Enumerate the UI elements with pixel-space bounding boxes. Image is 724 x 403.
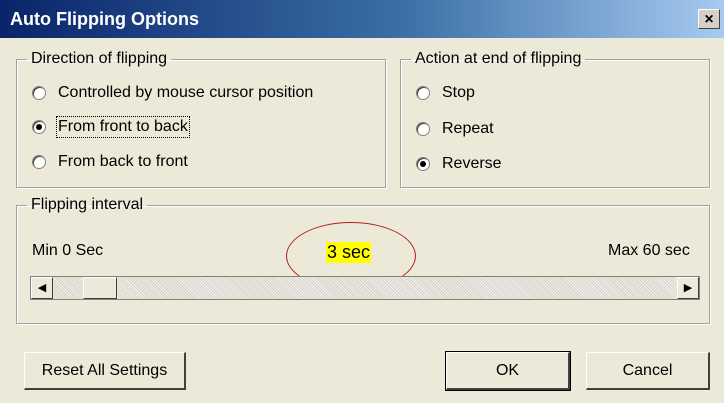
radio-label: From back to front <box>58 153 188 170</box>
radio-back-to-front[interactable]: From back to front <box>32 153 188 171</box>
title-bar: Auto Flipping Options × <box>0 0 724 38</box>
reset-all-settings-button[interactable]: Reset All Settings <box>24 352 186 390</box>
radio-button-selected-icon <box>416 157 430 171</box>
radio-label: Reverse <box>442 155 502 172</box>
min-label: Min 0 Sec <box>32 242 104 259</box>
radio-reverse[interactable]: Reverse <box>416 155 502 173</box>
slider-thumb[interactable] <box>82 277 117 299</box>
max-label: Max 60 sec <box>608 242 690 259</box>
radio-button-icon <box>416 86 430 100</box>
radio-label: Controlled by mouse cursor position <box>58 84 314 101</box>
radio-mouse-cursor[interactable]: Controlled by mouse cursor position <box>32 84 313 102</box>
interval-legend: Flipping interval <box>31 196 144 213</box>
radio-label: Repeat <box>442 120 494 137</box>
radio-repeat[interactable]: Repeat <box>416 120 494 138</box>
radio-front-to-back[interactable]: From front to back <box>32 116 190 138</box>
radio-button-icon <box>32 155 46 169</box>
radio-button-icon <box>32 86 46 100</box>
radio-button-selected-icon <box>32 120 46 134</box>
radio-button-icon <box>416 122 430 136</box>
arrow-right-icon: ▶ <box>683 282 693 294</box>
close-icon: × <box>704 11 714 28</box>
ok-button[interactable]: OK <box>445 351 571 391</box>
radio-stop[interactable]: Stop <box>416 84 475 102</box>
scroll-left-button[interactable]: ◀ <box>31 277 53 299</box>
slider-track[interactable] <box>53 277 677 299</box>
radio-label: From front to back <box>56 116 190 138</box>
direction-legend: Direction of flipping <box>31 50 168 67</box>
interval-slider[interactable]: ◀ ▶ <box>30 276 700 300</box>
close-button[interactable]: × <box>698 9 720 29</box>
dialog-title: Auto Flipping Options <box>10 9 199 29</box>
radio-label: Stop <box>442 84 475 101</box>
end-action-legend: Action at end of flipping <box>415 50 582 67</box>
scroll-right-button[interactable]: ▶ <box>677 277 699 299</box>
arrow-left-icon: ◀ <box>37 282 47 294</box>
cancel-button[interactable]: Cancel <box>586 352 710 390</box>
auto-flipping-dialog: Auto Flipping Options × Direction of fli… <box>0 0 724 403</box>
